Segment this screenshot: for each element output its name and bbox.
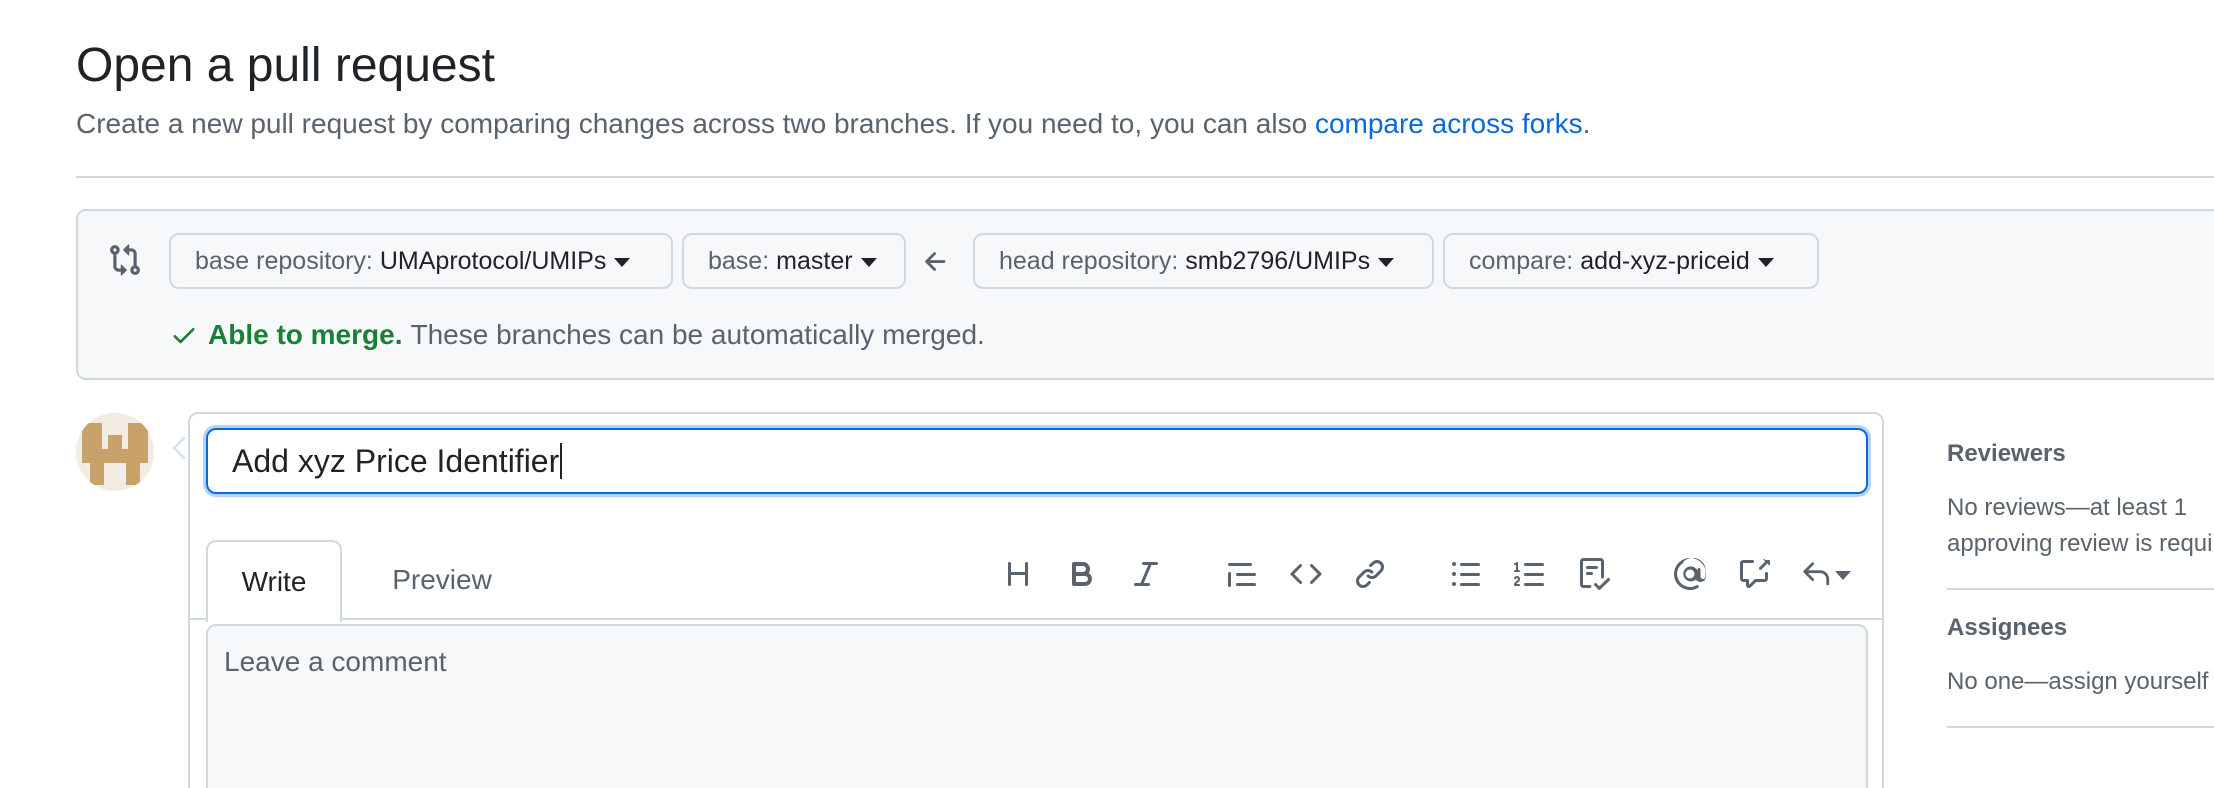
base-branch-value: master xyxy=(776,246,853,275)
assignees-text: No one—assign yourself xyxy=(1947,668,2209,695)
reviewers-section: Reviewers No reviews—at least 1 approvin… xyxy=(1947,440,2214,590)
base-repository-label: base repository: xyxy=(195,246,373,275)
merge-message: These branches can be automatically merg… xyxy=(410,319,985,350)
unordered-list-icon[interactable] xyxy=(1446,554,1486,594)
reviewers-text: No reviews—at least 1 approving review i… xyxy=(1947,494,2214,557)
identicon-image xyxy=(76,413,154,491)
reviewers-heading[interactable]: Reviewers xyxy=(1947,440,2214,468)
link-icon[interactable] xyxy=(1350,554,1390,594)
assignees-heading[interactable]: Assignees xyxy=(1947,614,2214,642)
cross-reference-icon[interactable] xyxy=(1734,554,1774,594)
subtitle-suffix: . xyxy=(1582,108,1591,139)
merge-status: Able to merge. These branches can be aut… xyxy=(170,319,985,351)
base-repository-select[interactable]: base repository: UMAprotocol/UMIPs xyxy=(169,233,673,289)
avatar[interactable] xyxy=(76,413,154,491)
arrow-left-icon xyxy=(925,252,946,271)
italic-icon[interactable] xyxy=(1126,554,1166,594)
saved-reply-icon[interactable] xyxy=(1796,554,1856,594)
chevron-down-icon xyxy=(1757,257,1774,267)
subtitle-text: Create a new pull request by comparing c… xyxy=(76,108,1315,139)
pull-request-form: Add xyz Price Identifier Write Preview L… xyxy=(188,412,1884,788)
compare-branch-value: add-xyz-priceid xyxy=(1580,246,1750,275)
check-icon xyxy=(173,328,195,344)
merge-ok-label: Able to merge. xyxy=(208,319,403,350)
editor-tab-bar: Write Preview xyxy=(190,526,1882,622)
quote-icon[interactable] xyxy=(1222,554,1262,594)
git-compare-icon xyxy=(110,244,140,276)
head-repository-select[interactable]: head repository: smb2796/UMIPs xyxy=(973,233,1434,289)
page-subtitle: Create a new pull request by comparing c… xyxy=(76,108,1590,140)
chevron-down-icon xyxy=(1835,570,1851,580)
task-list-icon[interactable] xyxy=(1574,554,1614,594)
header-divider xyxy=(76,176,2214,178)
page-title: Open a pull request xyxy=(76,39,495,92)
compare-branch-select[interactable]: compare: add-xyz-priceid xyxy=(1443,233,1819,289)
compare-branch-label: compare: xyxy=(1469,246,1574,275)
heading-icon[interactable] xyxy=(998,554,1038,594)
assignees-section: Assignees No one—assign yourself xyxy=(1947,614,2214,728)
chevron-down-icon xyxy=(1378,257,1395,267)
sidebar: Reviewers No reviews—at least 1 approvin… xyxy=(1947,440,2214,752)
comment-placeholder: Leave a comment xyxy=(224,646,447,677)
head-repository-value: smb2796/UMIPs xyxy=(1185,246,1371,275)
head-repository-label: head repository: xyxy=(999,246,1179,275)
code-icon[interactable] xyxy=(1286,554,1326,594)
base-branch-label: base: xyxy=(708,246,770,275)
title-input-value: Add xyz Price Identifier xyxy=(232,442,560,479)
chevron-down-icon xyxy=(614,257,631,267)
title-input[interactable]: Add xyz Price Identifier xyxy=(206,428,1868,494)
compare-across-forks-link[interactable]: compare across forks xyxy=(1315,108,1583,139)
text-cursor xyxy=(560,443,563,479)
tab-preview[interactable]: Preview xyxy=(372,540,512,620)
ordered-list-icon[interactable] xyxy=(1510,554,1550,594)
base-repository-value: UMAprotocol/UMIPs xyxy=(379,246,607,275)
mention-icon[interactable] xyxy=(1670,554,1710,594)
comment-textarea[interactable]: Leave a comment xyxy=(206,624,1868,788)
branch-range-panel: base repository: UMAprotocol/UMIPs base:… xyxy=(76,209,2214,380)
tab-write[interactable]: Write xyxy=(206,540,342,622)
base-branch-select[interactable]: base: master xyxy=(682,233,906,289)
chevron-down-icon xyxy=(860,257,877,267)
bold-icon[interactable] xyxy=(1062,554,1102,594)
